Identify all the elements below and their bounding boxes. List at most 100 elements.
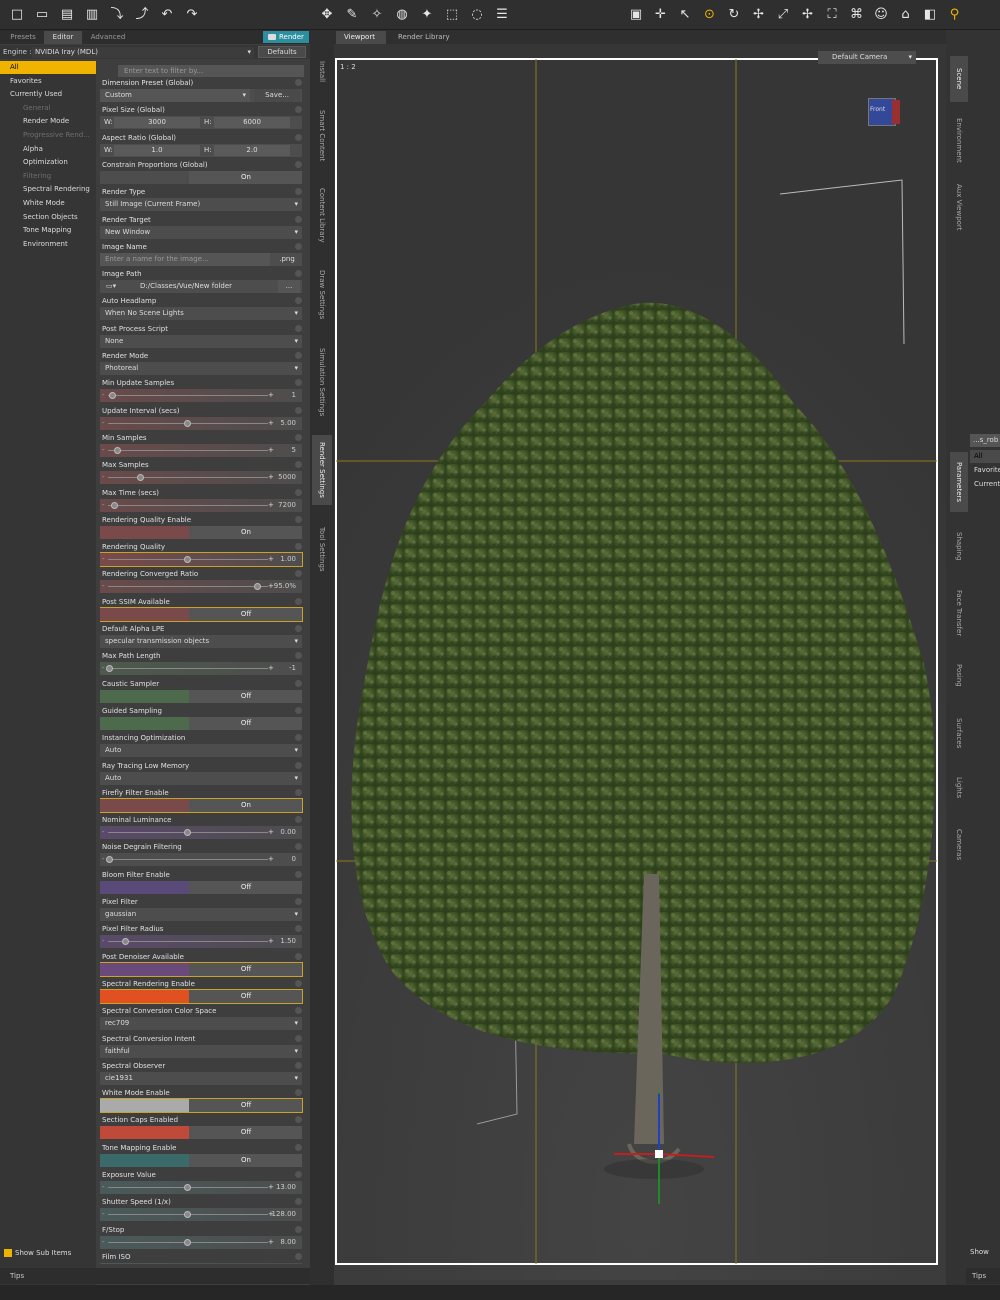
save-icon[interactable]: ▥ (83, 6, 101, 24)
property-options-icon[interactable] (295, 761, 302, 769)
property-options-icon[interactable] (295, 270, 302, 278)
section-item-11[interactable]: Section Objects (0, 211, 96, 224)
property-options-icon[interactable] (295, 706, 302, 714)
slider-thumb[interactable] (106, 665, 113, 673)
side-tab-6[interactable]: Tool Settings (312, 520, 332, 578)
property-options-icon[interactable] (295, 188, 302, 196)
extension-dropdown[interactable]: .png (274, 253, 300, 266)
toggle-control[interactable]: Off (100, 961, 303, 977)
property-dropdown[interactable]: When No Scene Lights (100, 307, 302, 321)
property-options-icon[interactable] (295, 870, 302, 878)
property-options-icon[interactable] (295, 625, 302, 632)
property-dropdown[interactable]: gaussian (100, 908, 302, 921)
open-folder-icon[interactable]: ▭ (33, 6, 51, 24)
show-sub-items-checkbox[interactable]: Show Sub Items (4, 1248, 71, 1258)
cameras-icon[interactable]: ▣ (627, 6, 645, 24)
property-options-icon[interactable] (295, 816, 302, 824)
property-options-icon[interactable] (295, 652, 302, 660)
property-options-icon[interactable] (295, 515, 302, 523)
property-options-icon[interactable] (295, 898, 302, 905)
property-options-icon[interactable] (295, 1198, 302, 1206)
face-icon[interactable]: ☺ (872, 6, 890, 24)
right-tab-bottom-0[interactable]: Parameters (950, 452, 968, 512)
slider-thumb[interactable] (137, 474, 145, 482)
lock-icon[interactable]: ⚲ (946, 6, 964, 24)
slider-increment[interactable]: + (268, 389, 274, 402)
slider-control[interactable]: - +8.00 (100, 1235, 302, 1249)
slider-increment[interactable]: + (268, 935, 274, 948)
new-file-icon[interactable]: □ (8, 6, 26, 24)
section-item-2[interactable]: Currently Used (0, 88, 96, 101)
export-icon[interactable]: ⤴ (133, 6, 151, 24)
slider-increment[interactable]: + (268, 1263, 274, 1264)
tab-editor[interactable]: Editor (44, 31, 82, 44)
right-list-item-1[interactable]: Favorite (970, 464, 1000, 477)
side-tab-2[interactable]: Content Library (312, 180, 332, 250)
surface-selection-icon[interactable]: ⬚ (443, 6, 461, 24)
slider-thumb[interactable] (184, 1184, 191, 1191)
property-dropdown[interactable]: New Window (100, 225, 302, 239)
camera-dropdown[interactable]: Default Camera (818, 51, 916, 64)
section-item-0[interactable]: All (0, 61, 96, 74)
slider-increment[interactable]: + (268, 553, 274, 566)
tab-presets[interactable]: Presets (4, 31, 42, 44)
property-options-icon[interactable] (295, 215, 302, 223)
slider-control[interactable]: - +5 (100, 443, 302, 457)
property-options-icon[interactable] (295, 734, 302, 742)
rotate-icon[interactable]: ↻ (725, 6, 743, 24)
section-item-4[interactable]: Render Mode (0, 115, 96, 128)
toggle-control[interactable]: On (100, 170, 302, 184)
slider-control[interactable]: - +1 (100, 389, 302, 403)
toggle-control[interactable]: On (100, 525, 302, 539)
side-tab-4[interactable]: Simulation Settings (312, 340, 332, 424)
slider-thumb[interactable] (106, 856, 113, 864)
property-options-icon[interactable] (295, 952, 302, 960)
property-options-icon[interactable] (295, 1007, 302, 1015)
slider-decrement[interactable]: - (102, 1208, 105, 1221)
right-tab-bottom-5[interactable]: Lights (950, 766, 968, 810)
right-tab-top-1[interactable]: Environment (950, 110, 968, 170)
viewport-3d[interactable]: Front (334, 44, 946, 1280)
spot-render-icon[interactable]: ⛶ (823, 6, 841, 24)
slider-increment[interactable]: + (268, 444, 274, 457)
perspective-icon[interactable]: ⌂ (897, 6, 915, 24)
right-list-item-2[interactable]: Current (970, 478, 1000, 491)
view-cube[interactable]: Front (862, 92, 902, 132)
section-item-8[interactable]: Filtering (0, 170, 96, 183)
right-tips-bar[interactable]: Tips (966, 1268, 1000, 1284)
right-search-input[interactable]: ...s_rob (970, 434, 1000, 447)
right-tab-top-0[interactable]: Scene (950, 56, 968, 102)
right-tab-bottom-2[interactable]: Face Transfer (950, 580, 968, 646)
translate-icon[interactable]: ✢ (750, 6, 768, 24)
slider-thumb[interactable] (254, 583, 262, 591)
right-tab-top-2[interactable]: Aux Viewport (950, 178, 968, 236)
toggle-control[interactable]: Off (100, 1126, 302, 1140)
height-input[interactable]: 6000 (214, 117, 290, 129)
property-options-icon[interactable] (295, 1061, 302, 1069)
toggle-control[interactable]: On (100, 1153, 302, 1167)
property-options-icon[interactable] (295, 1252, 302, 1260)
menu-icon[interactable]: ☰ (493, 6, 511, 24)
property-options-icon[interactable] (295, 242, 302, 250)
render-icon[interactable]: ◧ (921, 6, 939, 24)
property-options-icon[interactable] (295, 979, 302, 987)
slider-decrement[interactable]: - (102, 499, 105, 512)
property-options-icon[interactable] (295, 679, 302, 687)
slider-control[interactable]: - + -1 (100, 662, 302, 676)
slider-control[interactable]: - +0.00 (100, 826, 302, 840)
slider-increment[interactable]: + (268, 471, 274, 484)
tips-bar[interactable]: Tips (0, 1268, 310, 1284)
side-tab-3[interactable]: Draw Settings (312, 260, 332, 330)
slider-control[interactable]: - +1.50 (100, 935, 302, 949)
slider-control[interactable]: -+ (100, 1262, 302, 1264)
property-dropdown[interactable]: Auto (100, 744, 302, 758)
toggle-control[interactable]: Off (100, 689, 302, 703)
node-select-icon[interactable]: ✥ (318, 6, 336, 24)
undo-icon[interactable]: ↶ (158, 6, 176, 24)
section-item-12[interactable]: Tone Mapping (0, 224, 96, 237)
side-tab-0[interactable]: Install (312, 52, 332, 92)
slider-thumb[interactable] (110, 501, 118, 509)
section-item-6[interactable]: Alpha (0, 143, 96, 156)
slider-decrement[interactable]: - (102, 417, 105, 430)
property-options-icon[interactable] (295, 843, 302, 851)
